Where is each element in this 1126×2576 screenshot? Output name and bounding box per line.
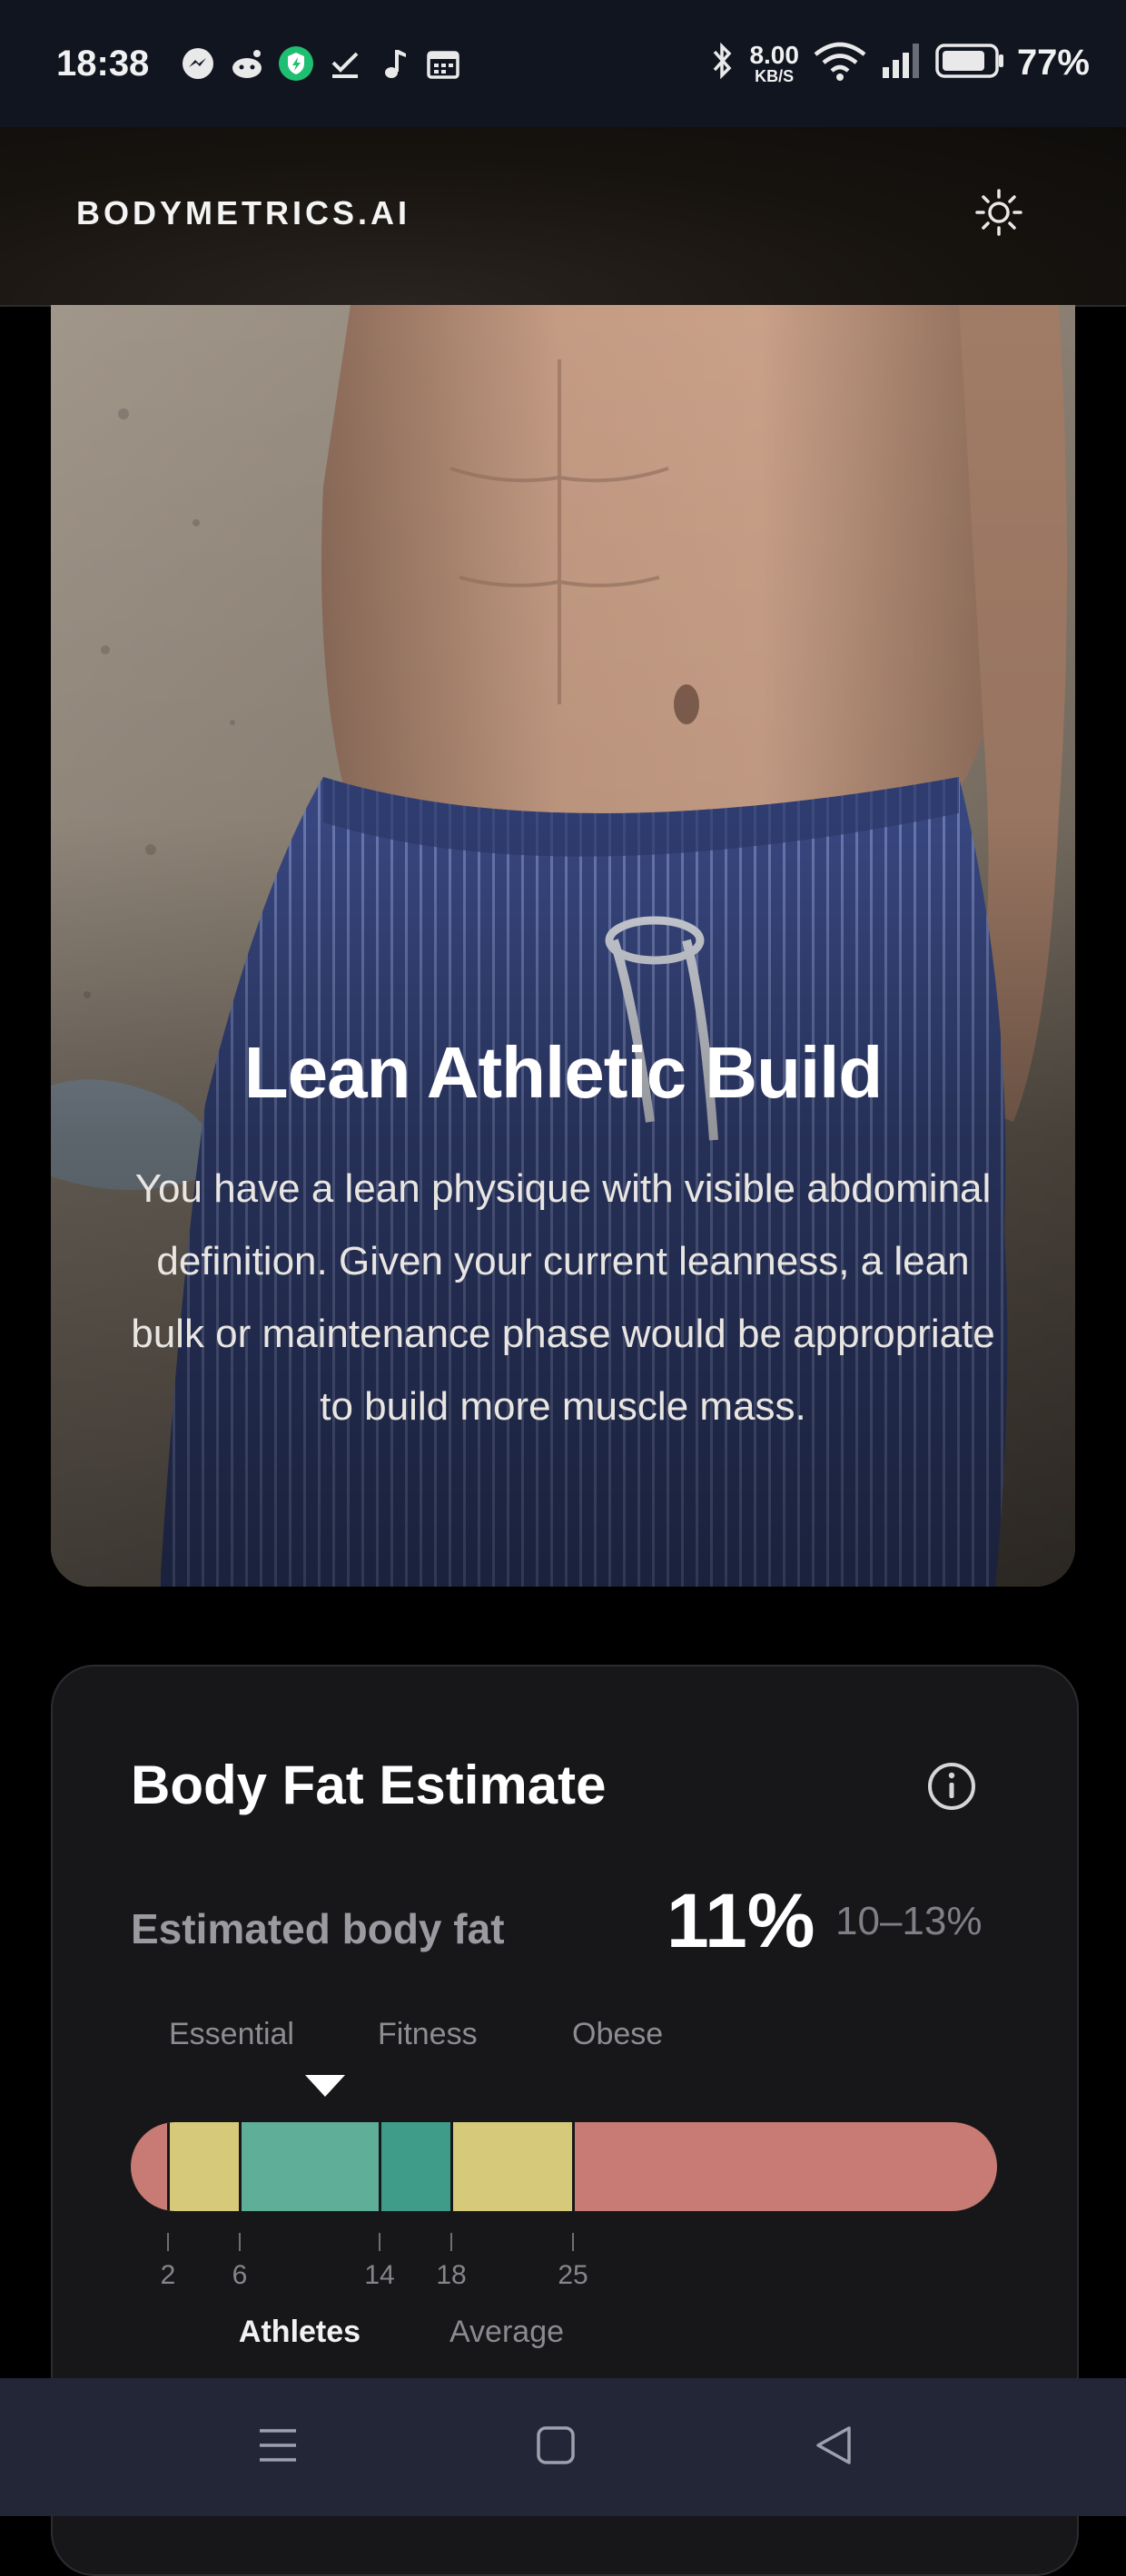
status-time: 18:38: [56, 44, 150, 84]
build-description: You have a lean physique with visible ab…: [131, 1166, 995, 1429]
body-fat-value: 11%: [667, 1878, 815, 1963]
tick-label: 6: [232, 2260, 248, 2290]
battery-percent: 77%: [1016, 43, 1090, 83]
scale-segment-essential: [131, 2122, 167, 2211]
notification-icons: [180, 45, 461, 82]
music-note-icon: [376, 45, 412, 82]
tick-label: 18: [436, 2260, 467, 2290]
scale-segment-fitness: [379, 2122, 450, 2211]
zone-label-essential: Essential: [169, 2017, 294, 2051]
app-header: BODYMETRICS.AI: [0, 127, 1126, 307]
bluetooth-icon: [709, 40, 736, 86]
brand-logo[interactable]: BODYMETRICS.AI: [76, 194, 410, 232]
system-nav-bar: [0, 2378, 1126, 2516]
build-type-title: Lean Athletic Build: [243, 1032, 884, 1113]
tick-mark: [239, 2233, 241, 2251]
reddit-icon: [229, 45, 265, 82]
scale-segment-low: [167, 2122, 239, 2211]
tick-mark: [572, 2233, 574, 2251]
body-fat-marker: [305, 2075, 345, 2097]
messenger-icon: [180, 45, 216, 82]
back-triangle-icon: [813, 2424, 854, 2471]
menu-icon: [256, 2425, 300, 2470]
card-title: Body Fat Estimate: [131, 1755, 607, 1815]
home-square-icon: [535, 2424, 577, 2471]
network-speed-value: 8.00: [749, 40, 799, 69]
menu-button[interactable]: [242, 2411, 314, 2483]
status-bar: 18:38 8.00 KB/S 77%: [0, 0, 1126, 127]
vpn-shield-icon: [278, 45, 314, 82]
category-label-average: Average: [449, 2315, 565, 2349]
signal-icon: [881, 42, 923, 84]
tick-mark: [379, 2233, 380, 2251]
home-button[interactable]: [519, 2411, 592, 2483]
estimated-body-fat-label: Estimated body fat: [131, 1905, 505, 1952]
zone-label-fitness: Fitness: [378, 2017, 478, 2051]
network-speed-unit: KB/S: [755, 66, 795, 85]
zone-label-obese: Obese: [572, 2017, 664, 2051]
download-done-icon: [327, 45, 363, 82]
calendar-icon: [425, 45, 461, 82]
tick-label: 25: [558, 2260, 588, 2290]
category-label-athletes: Athletes: [238, 2315, 361, 2349]
result-hero-card: Lean Athletic Build You have a lean phys…: [51, 305, 1075, 1587]
wifi-icon: [812, 40, 868, 86]
tick-label: 14: [364, 2260, 395, 2290]
info-icon: [926, 1761, 977, 1816]
scale-segment-average: [450, 2122, 572, 2211]
scale-segment-athletes: [239, 2122, 379, 2211]
info-button[interactable]: [924, 1761, 979, 1815]
body-fat-scale: [131, 2122, 997, 2211]
system-icons: 8.00 KB/S 77%: [709, 40, 1090, 86]
body-fat-range: 10–13%: [835, 1899, 983, 1943]
scale-segment-obese: [572, 2122, 997, 2211]
tick-label: 2: [160, 2260, 176, 2290]
tick-mark: [450, 2233, 452, 2251]
sun-icon: [974, 188, 1023, 241]
back-button[interactable]: [797, 2411, 870, 2483]
network-speed: 8.00 KB/S: [749, 40, 799, 85]
tick-mark: [167, 2233, 169, 2251]
theme-toggle-button[interactable]: [972, 187, 1026, 241]
battery-icon: [935, 42, 1004, 84]
